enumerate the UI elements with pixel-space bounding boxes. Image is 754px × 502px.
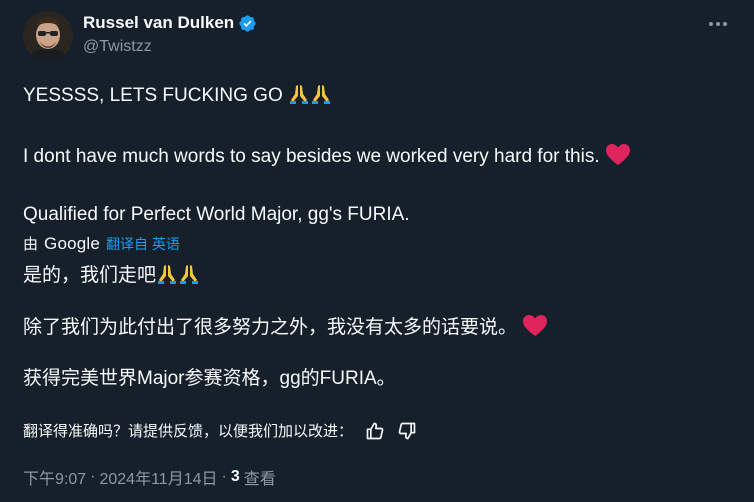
- google-logo: Google: [44, 233, 101, 253]
- tweet-meta: 下午9:07 · 2024年11月14日 · 3 查看: [23, 465, 276, 489]
- translated-from-link[interactable]: 翻译自 英语: [106, 234, 180, 254]
- thumbs-down-icon[interactable]: [397, 421, 417, 441]
- tweet-card: Russel van Dulken @Twistzz YESSSS, LETS …: [0, 0, 754, 502]
- tweet-line-2-text: I dont have much words to say besides we…: [23, 146, 600, 167]
- translation-line-2-text: 除了我们为此付出了很多努力之外，我没有太多的话要说。: [23, 317, 518, 338]
- avatar[interactable]: [23, 11, 73, 61]
- translated-by-label: 由: [23, 236, 39, 253]
- author-block: Russel van Dulken @Twistzz: [83, 12, 257, 56]
- avatar-image: [23, 11, 73, 61]
- translation-line-1-text: 是的，我们走吧: [23, 265, 157, 286]
- translation-feedback-row: 翻译得准确吗？请提供反馈，以便我们加以改进：: [23, 420, 417, 441]
- tweet-line-1: YESSSS, LETS FUCKING GO: [23, 83, 332, 108]
- tweet-line-1-text: YESSSS, LETS FUCKING GO: [23, 85, 283, 106]
- tweet-date[interactable]: 2024年11月14日: [99, 465, 217, 489]
- folded-hands-icon: [156, 263, 178, 285]
- translated-by-row: 由 Google 翻译自 英语: [23, 233, 180, 254]
- meta-separator: ·: [90, 468, 96, 485]
- folded-hands-icon: [178, 263, 200, 285]
- tweet-line-2: I dont have much words to say besides we…: [23, 143, 631, 169]
- translation-line-3: 获得完美世界Major参赛资格，gg的FURIA。: [23, 368, 396, 389]
- translation-line-1: 是的，我们走吧: [23, 263, 200, 288]
- views-label: 查看: [243, 471, 276, 488]
- translation-line-2: 除了我们为此付出了很多努力之外，我没有太多的话要说。: [23, 314, 548, 340]
- tweet-time[interactable]: 下午9:07: [23, 465, 86, 489]
- red-heart-icon: [522, 314, 548, 338]
- folded-hands-icon: [310, 83, 332, 105]
- verified-badge-icon[interactable]: [238, 14, 257, 33]
- folded-hands-icon: [288, 83, 310, 105]
- tweet-line-3: Qualified for Perfect World Major, gg's …: [23, 204, 410, 225]
- handle[interactable]: @Twistzz: [83, 38, 257, 56]
- more-options-button[interactable]: [708, 14, 728, 34]
- red-heart-icon: [605, 143, 631, 167]
- display-name[interactable]: Russel van Dulken: [83, 13, 234, 33]
- meta-separator: ·: [221, 468, 227, 485]
- views-count: 3: [230, 468, 240, 485]
- thumbs-up-icon[interactable]: [365, 421, 385, 441]
- feedback-prompt: 翻译得准确吗？请提供反馈，以便我们加以改进：: [23, 423, 354, 440]
- more-dots-icon: [709, 22, 727, 26]
